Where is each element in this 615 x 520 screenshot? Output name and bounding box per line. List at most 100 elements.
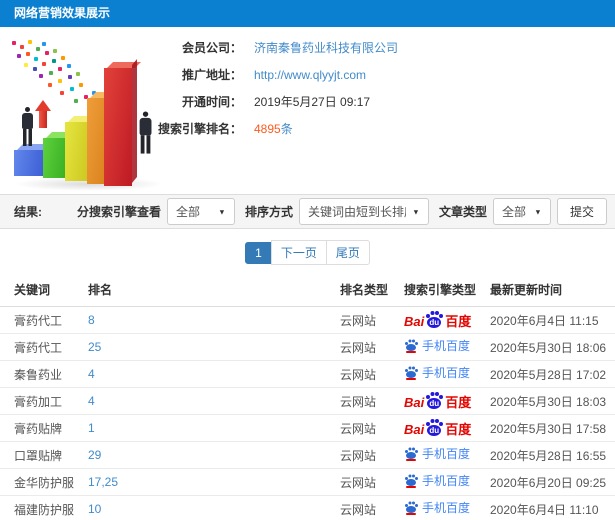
baidu-paw-icon bbox=[404, 447, 418, 461]
engine-cell: 手机百度 bbox=[404, 360, 490, 388]
col-rank-type: 排名类型 bbox=[340, 273, 404, 307]
next-page-button[interactable]: 下一页 bbox=[270, 240, 327, 265]
baidu-mobile-logo-icon: 手机百度 bbox=[404, 339, 470, 353]
updated-cell: 2020年5月30日 17:58 bbox=[490, 414, 615, 442]
rank-link[interactable]: 4 bbox=[88, 367, 95, 381]
engine-cell: Bai du 百度 bbox=[404, 414, 490, 442]
baidu-pc-logo-icon: Bai du 百度 bbox=[404, 419, 471, 436]
info-value: 4895 bbox=[254, 121, 281, 136]
updated-cell: 2020年6月4日 11:10 bbox=[490, 495, 615, 520]
rank-type-cell: 云网站 bbox=[340, 441, 404, 469]
table-row: 膏药加工 4 云网站 Bai du 百度 2020年5月30日 18:03 bbox=[0, 387, 615, 415]
engine-cell: 手机百度 bbox=[404, 441, 490, 469]
baidu-paw-icon bbox=[404, 474, 418, 488]
col-rank: 排名 bbox=[88, 273, 340, 307]
rank-link[interactable]: 1 bbox=[88, 421, 95, 435]
info-row: 开通时间： 2019年5月27日 09:17 bbox=[150, 88, 398, 115]
baidu-mobile-logo-icon: 手机百度 bbox=[404, 366, 470, 380]
rank-type-cell: 云网站 bbox=[340, 333, 404, 361]
baidu-mobile-logo-icon: 手机百度 bbox=[404, 501, 470, 515]
engine-cell: Bai du 百度 bbox=[404, 387, 490, 415]
keyword-cell: 膏药加工 bbox=[0, 387, 88, 415]
bar-blue bbox=[14, 150, 45, 176]
sort-select-wrap: 关键词由短到长排序 bbox=[298, 198, 429, 225]
engine-cell: 手机百度 bbox=[404, 333, 490, 361]
article-type-label: 文章类型 bbox=[438, 205, 487, 219]
col-updated: 最新更新时间 bbox=[490, 273, 615, 307]
baidu-mobile-logo-icon: 手机百度 bbox=[404, 447, 470, 461]
table-row: 金华防护服 17,25 云网站 手机百度 2020年6月20日 09:25 bbox=[0, 468, 615, 496]
rank-link[interactable]: 25 bbox=[88, 340, 101, 354]
pagination: 1 下一页 尾页 bbox=[0, 229, 615, 273]
rank-cell: 25 bbox=[88, 333, 340, 361]
baidu-paw-icon bbox=[404, 339, 418, 353]
rank-cell: 17,25 bbox=[88, 468, 340, 496]
engine-cell: Bai du 百度 bbox=[404, 306, 490, 334]
info-label: 开通时间： bbox=[181, 95, 242, 109]
sort-select[interactable]: 关键词由短到长排序 bbox=[298, 198, 429, 225]
page-1-button[interactable]: 1 bbox=[245, 242, 272, 264]
engine-filter-select-wrap: 全部 bbox=[166, 198, 235, 225]
updated-cell: 2020年5月28日 17:02 bbox=[490, 360, 615, 388]
table-header-row: 关键词 排名 排名类型 搜索引擎类型 最新更新时间 bbox=[0, 273, 615, 307]
baidu-paw-icon bbox=[404, 366, 418, 380]
baidu-mobile-logo-icon: 手机百度 bbox=[404, 474, 470, 488]
updated-cell: 2020年6月4日 11:15 bbox=[490, 306, 615, 334]
rank-link[interactable]: 17,25 bbox=[88, 475, 118, 489]
baidu-pc-logo-icon: Bai du 百度 bbox=[404, 392, 471, 409]
rank-link[interactable]: 29 bbox=[88, 448, 101, 462]
rank-link[interactable]: 4 bbox=[88, 394, 95, 408]
baidu-pc-logo-icon: Bai du 百度 bbox=[404, 311, 471, 328]
submit-button[interactable]: 提交 bbox=[556, 198, 607, 225]
updated-cell: 2020年6月20日 09:25 bbox=[490, 468, 615, 496]
engine-filter-label: 分搜索引擎查看 bbox=[76, 205, 161, 219]
table-row: 秦鲁药业 4 云网站 手机百度 2020年5月28日 17:02 bbox=[0, 360, 615, 388]
info-value[interactable]: 济南秦鲁药业科技有限公司 bbox=[254, 39, 398, 56]
info-label: 会员公司： bbox=[181, 41, 242, 55]
page-title: 网络营销效果展示 bbox=[14, 6, 111, 20]
keyword-cell: 福建防护服 bbox=[0, 495, 88, 520]
rank-cell: 4 bbox=[88, 387, 340, 415]
updated-cell: 2020年5月30日 18:03 bbox=[490, 387, 615, 415]
rank-type-cell: 云网站 bbox=[340, 495, 404, 520]
results-section-label: 结果: bbox=[14, 205, 42, 219]
rank-link[interactable]: 10 bbox=[88, 502, 101, 516]
rank-type-cell: 云网站 bbox=[340, 414, 404, 442]
filters: 分搜索引擎查看 全部 排序方式 关键词由短到长排序 文章类型 全部 提交 bbox=[73, 198, 607, 225]
updated-cell: 2020年5月30日 18:06 bbox=[490, 333, 615, 361]
col-engine-type: 搜索引擎类型 bbox=[404, 273, 490, 307]
rank-type-cell: 云网站 bbox=[340, 468, 404, 496]
info-row: 推广地址： http://www.qlyyjt.com bbox=[150, 61, 398, 88]
rank-type-cell: 云网站 bbox=[340, 387, 404, 415]
panel-header: 网络营销效果展示 bbox=[0, 0, 615, 27]
engine-filter-select[interactable]: 全部 bbox=[166, 198, 235, 225]
info-label: 搜索引擎排名： bbox=[157, 122, 242, 136]
rank-link[interactable]: 8 bbox=[88, 313, 95, 327]
table-row: 福建防护服 10 云网站 手机百度 2020年6月4日 11:10 bbox=[0, 495, 615, 520]
rank-cell: 10 bbox=[88, 495, 340, 520]
results-filter-bar: 结果: 分搜索引擎查看 全部 排序方式 关键词由短到长排序 文章类型 全部 提交 bbox=[0, 194, 615, 229]
article-type-select-wrap: 全部 bbox=[492, 198, 551, 225]
rank-cell: 1 bbox=[88, 414, 340, 442]
businessman-figure-right bbox=[136, 111, 153, 154]
keyword-cell: 膏药代工 bbox=[0, 333, 88, 361]
keyword-cell: 金华防护服 bbox=[0, 468, 88, 496]
table-row: 膏药代工 8 云网站 Bai du 百度 2020年6月4日 11:15 bbox=[0, 306, 615, 334]
info-value[interactable]: http://www.qlyyjt.com bbox=[254, 68, 366, 82]
last-page-button[interactable]: 尾页 bbox=[325, 240, 370, 265]
keyword-cell: 秦鲁药业 bbox=[0, 360, 88, 388]
table-row: 膏药代工 25 云网站 手机百度 2020年5月30日 18:06 bbox=[0, 333, 615, 361]
baidu-paw-icon: du bbox=[425, 392, 443, 409]
keyword-cell: 膏药代工 bbox=[0, 306, 88, 334]
info-value-suffix: 条 bbox=[280, 122, 293, 136]
article-type-select[interactable]: 全部 bbox=[492, 198, 551, 225]
member-info: 会员公司： 济南秦鲁药业科技有限公司 推广地址： http://www.qlyy… bbox=[150, 34, 398, 142]
baidu-paw-icon: du bbox=[425, 419, 443, 436]
engine-cell: 手机百度 bbox=[404, 495, 490, 520]
rank-cell: 8 bbox=[88, 306, 340, 334]
updated-cell: 2020年5月28日 16:55 bbox=[490, 441, 615, 469]
engine-cell: 手机百度 bbox=[404, 468, 490, 496]
keyword-cell: 口罩贴牌 bbox=[0, 441, 88, 469]
keyword-ranking-table: 关键词 排名 排名类型 搜索引擎类型 最新更新时间 膏药代工 8 云网站 Bai… bbox=[0, 273, 615, 520]
businessman-figure-left bbox=[19, 107, 35, 146]
